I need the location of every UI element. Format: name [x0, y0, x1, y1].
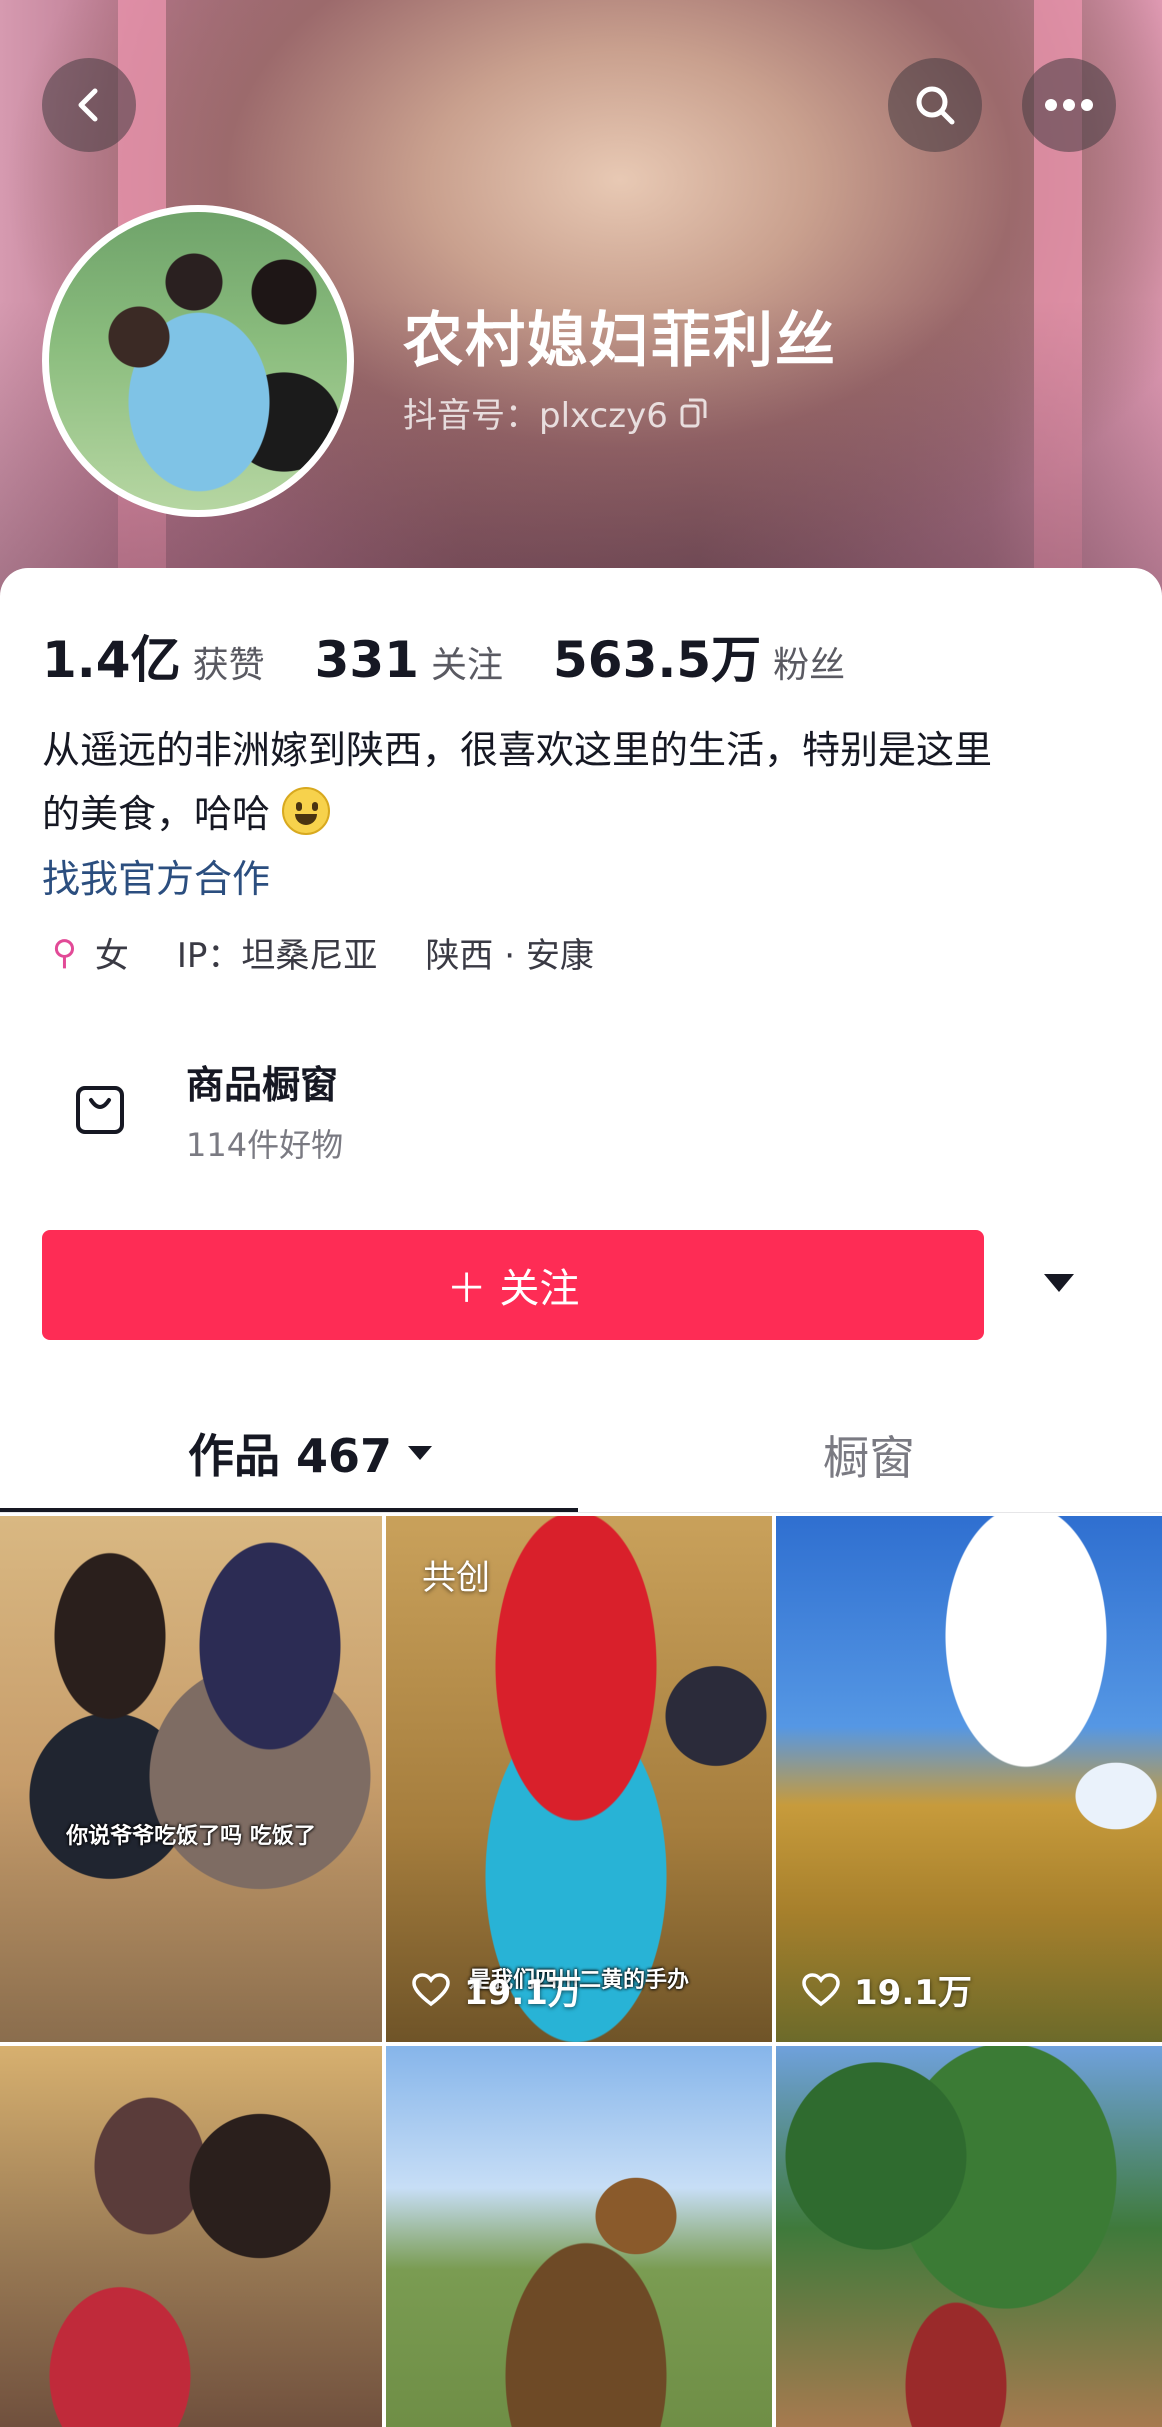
like-count: 19.1万: [412, 1965, 582, 2014]
tab-shop-window[interactable]: 橱窗: [823, 1422, 915, 1488]
co-create-badge: 共创: [422, 1558, 490, 1598]
heart-icon: [802, 1972, 840, 2006]
stat-value: 563.5万: [552, 631, 762, 689]
douyin-id[interactable]: 抖音号：plxczy6: [403, 388, 708, 437]
more-dots-icon: [1045, 99, 1093, 111]
ip-location: IP：坦桑尼亚: [176, 936, 378, 976]
cooperation-link[interactable]: 找我官方合作: [42, 848, 270, 903]
video-thumbnail[interactable]: 你说爷爷吃饭了吗 吃饭了: [0, 1516, 382, 2042]
stat-likes[interactable]: 1.4亿 获赞: [42, 620, 265, 692]
follow-button-label: ＋ 关注: [446, 1266, 580, 1312]
stat-label: 粉丝: [773, 645, 846, 686]
copy-icon[interactable]: [680, 398, 708, 428]
profile-meta: ⚲ 女 IP：坦桑尼亚 陕西 · 安康: [52, 928, 642, 977]
stats-row: 1.4亿 获赞 331 关注 563.5万 粉丝: [42, 620, 895, 692]
female-icon: ⚲: [52, 932, 77, 973]
video-subtitle: 你说爷爷吃饭了吗 吃饭了: [66, 1824, 316, 1849]
avatar[interactable]: [42, 205, 354, 517]
region: 陕西 · 安康: [425, 936, 594, 976]
bio-line: 的美食，哈哈: [42, 792, 271, 836]
video-thumbnail[interactable]: 共创 是我们四川二黄的手办 19.1万: [386, 1516, 772, 2042]
like-count: 19.1万: [802, 1965, 972, 2014]
video-grid: 你说爷爷吃饭了吗 吃饭了 共创 是我们四川二黄的手办 19.1万 19.1万: [0, 1516, 1162, 2427]
stat-followers[interactable]: 563.5万 粉丝: [553, 620, 845, 692]
profile-name: 农村媳妇菲利丝: [403, 306, 837, 376]
tab-works[interactable]: 作品 467: [188, 1420, 433, 1486]
stat-value: 1.4亿: [42, 631, 181, 689]
shop-title: 商品橱窗: [186, 1063, 339, 1107]
video-thumbnail[interactable]: [0, 2046, 382, 2427]
divider: [0, 1512, 1162, 1513]
bio: 从遥远的非洲嫁到陕西，很喜欢这里的生活，特别是这里 的美食，哈哈: [42, 718, 1122, 846]
douyin-id-text: 抖音号：plxczy6: [403, 396, 668, 436]
stat-following[interactable]: 331 关注: [315, 631, 503, 689]
stat-label: 获赞: [192, 645, 265, 686]
search-icon: [916, 86, 955, 125]
like-count-text: 19.1万: [854, 1973, 972, 2013]
smile-emoji-icon: [282, 787, 331, 835]
bio-line-2: 的美食，哈哈: [42, 782, 1122, 846]
chevron-down-icon: [408, 1446, 433, 1460]
shop-window-entry[interactable]: 商品橱窗 114件好物: [0, 1038, 1162, 1188]
search-button[interactable]: [888, 58, 982, 152]
heart-icon: [412, 1972, 450, 2006]
stat-value: 331: [314, 631, 419, 689]
back-button[interactable]: [42, 58, 136, 152]
bio-line: 从遥远的非洲嫁到陕西，很喜欢这里的生活，特别是这里: [42, 728, 993, 772]
shopping-bag-icon: [76, 1086, 124, 1134]
like-count-text: 19.1万: [464, 1973, 582, 2013]
content-tabs: 作品 467 橱窗: [0, 1410, 1162, 1513]
follow-button[interactable]: ＋ 关注: [42, 1230, 984, 1340]
video-thumbnail[interactable]: 19.1万: [776, 1516, 1162, 2042]
tab-works-label: 作品 467: [188, 1429, 393, 1483]
back-arrow-icon: [78, 88, 98, 122]
video-thumbnail[interactable]: [776, 2046, 1162, 2427]
gender-label: 女: [94, 936, 129, 976]
more-options-caret-icon[interactable]: [1044, 1274, 1074, 1292]
stat-label: 关注: [430, 645, 503, 686]
shop-subtitle: 114件好物: [186, 1126, 344, 1164]
more-button[interactable]: [1022, 58, 1116, 152]
video-thumbnail[interactable]: [386, 2046, 772, 2427]
